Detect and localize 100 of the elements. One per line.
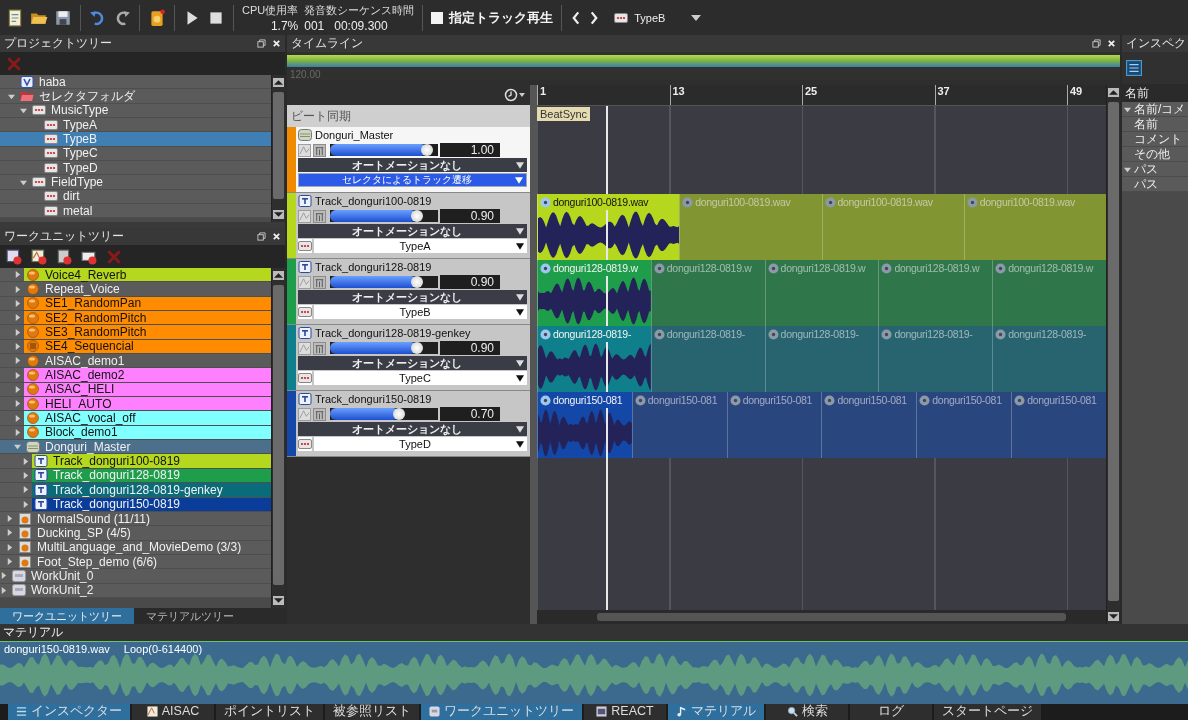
meter-icon[interactable] [313,209,326,223]
tree-item[interactable]: Donguri_Master [0,440,271,455]
tree-item[interactable]: セレクタフォルダ [0,89,271,104]
audio-clip[interactable]: donguri150-081 [821,392,917,458]
selector-dropdown[interactable]: TypeB [614,11,702,24]
restore-icon[interactable] [257,232,266,241]
scroll-down-icon[interactable] [273,210,284,219]
tree-item[interactable]: TypeB [0,132,271,147]
audio-clip[interactable]: donguri150-081 [916,392,1012,458]
tree-item[interactable]: Repeat_Voice [0,282,271,297]
scrollbar[interactable] [271,268,285,608]
tree-item[interactable]: FieldType [0,175,271,190]
collapse-arrow-icon[interactable] [20,178,27,186]
expand-arrow-icon[interactable] [14,328,21,336]
marker-label[interactable]: BeatSync [537,107,591,121]
scrollbar[interactable] [530,85,537,624]
tree-item[interactable]: SE3_RandomPitch [0,325,271,340]
checkbox[interactable] [431,11,444,24]
selector-icon[interactable] [298,305,312,319]
clock-icon[interactable] [504,88,526,102]
selector-icon[interactable] [298,437,312,451]
expand-arrow-icon[interactable] [22,500,29,508]
audio-clip[interactable]: donguri150-081 [537,392,632,458]
collapse-arrow-icon[interactable] [20,106,27,114]
expand-arrow-icon[interactable] [14,299,21,307]
add-waveform-icon[interactable] [31,248,47,265]
expand-arrow-icon[interactable] [14,414,21,422]
expand-arrow-icon[interactable] [0,586,7,594]
save-icon[interactable] [54,8,72,27]
selector-item-dropdown[interactable]: TypeD [314,437,527,451]
scroll-up-icon[interactable] [273,78,284,87]
clipboard-icon[interactable] [148,8,166,27]
expand-arrow-icon[interactable] [14,371,21,379]
add-document-icon[interactable] [56,248,72,265]
track-header[interactable]: Track_donguri128-0819 0.90 オートメーションなし TypeB [287,259,530,325]
tree-item[interactable]: metal [0,204,271,219]
volume-slider[interactable] [330,342,438,354]
tree-item[interactable]: Track_donguri100-0819 [0,454,271,469]
selector-item-dropdown[interactable]: TypeB [314,305,527,319]
restore-icon[interactable] [1092,39,1101,48]
new-file-icon[interactable] [6,8,24,27]
meter-icon[interactable] [313,341,326,355]
audio-clip[interactable]: donguri128-0819- [878,326,993,392]
tree-item[interactable]: AISAC_demo1 [0,354,271,369]
meter-icon[interactable] [313,407,326,421]
tree-item[interactable]: haba [0,75,271,90]
track-header[interactable]: Track_donguri128-0819-genkey 0.90 オートメーションなし TypeC [287,325,530,391]
scroll-up-icon[interactable] [1108,88,1119,97]
expand-arrow-icon[interactable] [14,385,21,393]
expand-arrow-icon[interactable] [6,543,13,551]
close-icon[interactable] [1107,39,1116,48]
scrollbar[interactable] [271,75,285,222]
slider-thumb[interactable] [421,144,434,156]
automation-dropdown[interactable]: オートメーションなし [298,158,527,172]
ruler[interactable]: 1 13 25 37 49 [537,85,1106,106]
audio-clip[interactable]: donguri128-0819- [650,326,765,392]
automation-dropdown[interactable]: オートメーションなし [298,224,527,238]
slider-thumb[interactable] [411,210,424,222]
tree-item[interactable]: AISAC_vocal_off [0,411,271,426]
panel-tab[interactable]: マテリアルツリー [134,608,246,624]
audio-clip[interactable]: donguri128-0819.w [537,260,651,326]
tree-item[interactable]: AISAC_demo2 [0,368,271,383]
list-icon[interactable] [1126,60,1142,76]
volume-slider[interactable] [330,408,438,420]
automation-dropdown[interactable]: オートメーションなし [298,422,527,436]
tree-item[interactable]: HELI_AUTO [0,397,271,412]
tree-item[interactable]: TypeA [0,118,271,133]
volume-slider[interactable] [330,276,438,288]
scroll-down-icon[interactable] [1108,612,1119,621]
expand-arrow-icon[interactable] [14,271,21,279]
collapse-arrow-icon[interactable] [1124,165,1131,173]
tree-item[interactable]: SE2_RandomPitch [0,311,271,326]
transition-dropdown[interactable]: セレクタによるトラック遷移 [298,173,527,187]
scrollbar[interactable] [537,610,1106,624]
audio-clip[interactable]: donguri150-081 [1011,392,1106,458]
scroll-down-icon[interactable] [273,596,284,605]
automation-dropdown[interactable]: オートメーションなし [298,290,527,304]
collapse-arrow-icon[interactable] [8,92,15,100]
selector-item-dropdown[interactable]: TypeA [314,239,527,253]
audio-clip[interactable]: donguri150-081 [726,392,822,458]
audio-clip[interactable]: donguri128-0819- [992,326,1106,392]
audio-clip[interactable]: donguri150-081 [631,392,727,458]
expand-arrow-icon[interactable] [14,342,21,350]
close-icon[interactable] [272,39,281,48]
expand-arrow-icon[interactable] [14,428,21,436]
selector-icon[interactable] [298,239,312,253]
track-header[interactable]: Donguri_Master 1.00 オートメーションなし セレクタによるトラック遷移 [287,127,530,193]
expand-arrow-icon[interactable] [14,400,21,408]
close-icon[interactable] [272,232,281,241]
scroll-up-icon[interactable] [273,271,284,280]
tree-item[interactable]: TypeD [0,161,271,176]
expand-arrow-icon[interactable] [6,529,13,537]
expand-arrow-icon[interactable] [6,558,13,566]
panel-tab[interactable]: ワークユニットツリー [0,608,134,624]
tree-item[interactable]: WorkUnit_0 [0,569,271,584]
track-lane[interactable]: donguri100-0819.wav donguri100-0819.wav donguri100-0819.wav donguri100-0819.wav [537,194,1106,260]
meter-icon[interactable] [313,275,326,289]
tree-item[interactable]: Ducking_SP (4/5) [0,526,271,541]
expand-arrow-icon[interactable] [14,357,21,365]
audio-clip[interactable]: donguri100-0819.wav [537,194,680,260]
